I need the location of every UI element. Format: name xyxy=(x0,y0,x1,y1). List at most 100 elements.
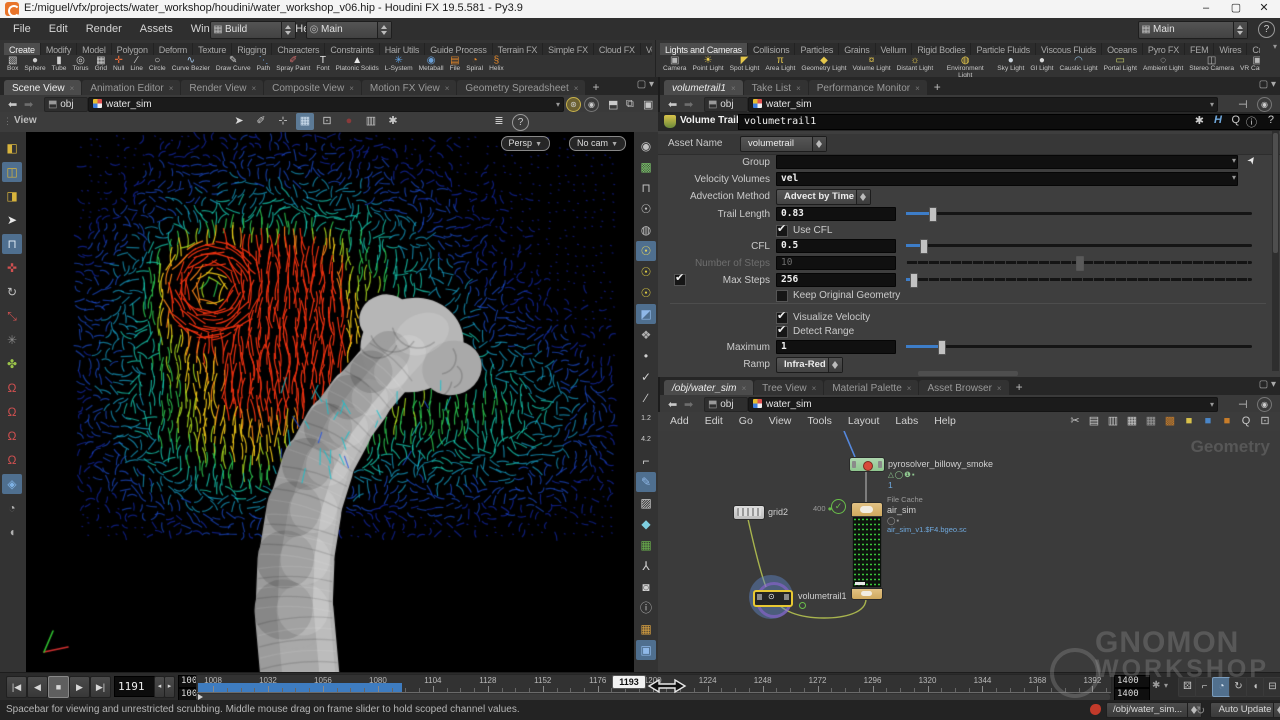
no-cam-button[interactable]: No cam▼ xyxy=(569,136,626,151)
slider-thumb[interactable] xyxy=(920,239,928,254)
find-node-icon[interactable]: Q xyxy=(1237,413,1255,430)
node-label[interactable]: pyrosolver_billowy_smoke xyxy=(888,459,993,469)
pose-icon[interactable]: ✤ xyxy=(2,354,22,374)
param-help-icon[interactable]: ? xyxy=(1268,114,1274,126)
background-image-icon[interactable]: ▣ xyxy=(636,640,656,660)
list-view-icon[interactable]: ▥ xyxy=(1104,413,1122,430)
info-circle-icon[interactable]: ⓘ xyxy=(636,598,656,618)
shelf-tool-box[interactable]: ▧Box xyxy=(4,55,21,73)
prim-numbers-icon[interactable]: 4.2 xyxy=(636,430,656,450)
snap-prim-magnet-icon[interactable]: Ω xyxy=(2,426,22,446)
overview-map-icon[interactable]: ⊡ xyxy=(1256,413,1274,430)
shelf-tab-collisions[interactable]: Collisions xyxy=(748,43,796,55)
param-row-max-steps-slider[interactable] xyxy=(906,273,1252,286)
current-frame-field[interactable]: 1191 xyxy=(114,676,156,697)
grid-snap-icon[interactable]: ▦ xyxy=(1123,413,1141,430)
shelf-tool-point-light[interactable]: ☀Point Light xyxy=(689,55,726,73)
param-row-group-field[interactable] xyxy=(776,155,1238,169)
network-editor[interactable]: Geometry pyrosolver_billowy_smoke △◯❶▪ 1… xyxy=(658,431,1280,672)
handles-icon[interactable]: ⊹ xyxy=(274,113,292,130)
shelf-tab-terrain-fx[interactable]: Terrain FX xyxy=(493,43,544,55)
play-button[interactable]: ▶ xyxy=(69,676,90,698)
recook-icon[interactable]: ↻ xyxy=(1196,704,1205,717)
auto-update-combo[interactable]: Auto Update xyxy=(1210,702,1280,718)
new-tab-button[interactable]: + xyxy=(1010,379,1029,396)
shelf-tool-stereo-camera[interactable]: ◫Stereo Camera xyxy=(1186,55,1237,73)
update-node-chip[interactable]: /obj/water_sim... xyxy=(1106,702,1202,718)
shelf-tool-area-light[interactable]: πArea Light xyxy=(762,55,798,73)
shelf-tool-metaball[interactable]: ◉Metaball xyxy=(416,55,447,73)
shelf-tool-platonic-solids[interactable]: ▲Platonic Solids xyxy=(333,55,382,73)
state-toggle-icon[interactable]: ◉ xyxy=(584,97,599,112)
stop-button[interactable]: ■ xyxy=(48,676,69,698)
pane-menu-icon[interactable]: ▢ ▾ xyxy=(1259,379,1276,390)
node-volumetrail1[interactable]: ⊙ xyxy=(753,590,793,607)
range-end-field[interactable]: 1400 xyxy=(1114,675,1150,688)
tab-close-icon[interactable]: × xyxy=(70,84,75,93)
light-high-icon[interactable]: ☉ xyxy=(636,283,656,303)
param-search-icon[interactable]: Q xyxy=(1231,114,1240,126)
nav-back-icon[interactable]: ⬅ xyxy=(668,398,677,411)
playback-gear-dd-icon[interactable]: ▾ xyxy=(1164,681,1168,690)
menu-edit[interactable]: Edit xyxy=(40,18,77,40)
network-menu-tools[interactable]: Tools xyxy=(799,412,840,431)
nav-back-icon[interactable]: ⬅ xyxy=(8,98,17,111)
shelf-tool-portal-light[interactable]: ▭Portal Light xyxy=(1101,55,1140,73)
jump-first-frame-button[interactable]: |◀ xyxy=(6,676,27,698)
playback-gear-icon[interactable]: ✱ xyxy=(1152,680,1160,691)
new-tab-button[interactable]: + xyxy=(586,79,605,96)
view-mask-icon[interactable]: ◖ xyxy=(2,522,22,542)
network-menu-add[interactable]: Add xyxy=(662,412,697,431)
toolbar-grip-icon[interactable]: ⋮ xyxy=(3,116,12,127)
cube-view-icon[interactable]: ⬒ xyxy=(608,98,618,111)
shelf-tool-torus[interactable]: ◎Torus xyxy=(69,55,91,73)
shelf-tab-oceans[interactable]: Oceans xyxy=(1102,43,1143,55)
shelf-tool-vr-camera[interactable]: ▣VR Camera xyxy=(1237,55,1260,73)
select-mode-icon[interactable]: ➤ xyxy=(230,113,248,130)
layout-split-icon[interactable]: ◨ xyxy=(2,186,22,206)
path-root-chip[interactable]: ⬒ obj xyxy=(704,97,748,112)
field-dropdown-icon[interactable]: ▾ xyxy=(1232,156,1236,165)
tab-close-icon[interactable]: × xyxy=(741,384,746,393)
slider-thumb[interactable] xyxy=(1076,256,1084,271)
shelf-tab-particle-fluids[interactable]: Particle Fluids xyxy=(971,43,1036,55)
close-button[interactable]: ✕ xyxy=(1250,0,1278,17)
pin-pane-icon[interactable]: ⊣ xyxy=(1238,98,1248,111)
draw-mode-icon[interactable]: ✎ xyxy=(636,472,656,492)
crowd-view-icon[interactable]: ⧉ xyxy=(626,98,634,111)
node-grid2[interactable] xyxy=(733,505,765,520)
new-tab-button[interactable]: + xyxy=(928,79,947,96)
visibility-eye-icon[interactable]: ◉ xyxy=(636,136,656,156)
tab-close-icon[interactable]: × xyxy=(796,84,801,93)
param-gear-icon[interactable]: ✱ xyxy=(1195,114,1204,127)
shelf-tab-cloud-fx[interactable]: Cloud FX xyxy=(594,43,641,55)
shelf-tool-line[interactable]: ∕Line xyxy=(127,55,145,73)
shelf-tool-spray-paint[interactable]: ✐Spray Paint xyxy=(273,55,313,73)
shelf-tab-particles[interactable]: Particles xyxy=(795,43,839,55)
slider-thumb[interactable] xyxy=(929,207,937,222)
color-palette-icon[interactable]: ▩ xyxy=(1161,413,1179,430)
nav-forward-icon[interactable]: ➡ xyxy=(684,398,693,411)
shelf-tab-model[interactable]: Model xyxy=(77,43,112,55)
headlight-icon[interactable]: ☉ xyxy=(636,199,656,219)
tab-close-icon[interactable]: × xyxy=(445,84,450,93)
shelf-tab-pyro-fx[interactable]: Pyro FX xyxy=(1143,43,1185,55)
cut-wires-icon[interactable]: ✂ xyxy=(1066,413,1084,430)
flag-blue-icon[interactable]: ■ xyxy=(1199,413,1217,430)
translate-icon[interactable]: ✜ xyxy=(2,258,22,278)
tab-close-icon[interactable]: × xyxy=(169,84,174,93)
slider-thumb[interactable] xyxy=(910,273,918,288)
tab-close-icon[interactable]: × xyxy=(915,84,920,93)
step-forward-button[interactable]: ▸ xyxy=(164,676,175,698)
secure-selection-lock-icon[interactable]: ⊓ xyxy=(2,234,22,254)
follow-selection-icon[interactable]: ◉ xyxy=(1257,97,1272,112)
menu-render[interactable]: Render xyxy=(77,18,131,40)
jump-last-frame-button[interactable]: ▶| xyxy=(90,676,111,698)
layout-single-icon[interactable]: ◧ xyxy=(2,138,22,158)
snap-box-icon[interactable]: ▦ xyxy=(296,113,314,130)
origin-gnomon-icon[interactable]: ⌐ xyxy=(636,451,656,471)
shelf-tool-geometry-light[interactable]: ◆Geometry Light xyxy=(798,55,849,73)
node-cached-frames-body[interactable] xyxy=(852,516,882,588)
lock-camera-icon[interactable]: ⊓ xyxy=(636,178,656,198)
desktop-main-combo[interactable]: ▦Main xyxy=(1138,21,1248,39)
